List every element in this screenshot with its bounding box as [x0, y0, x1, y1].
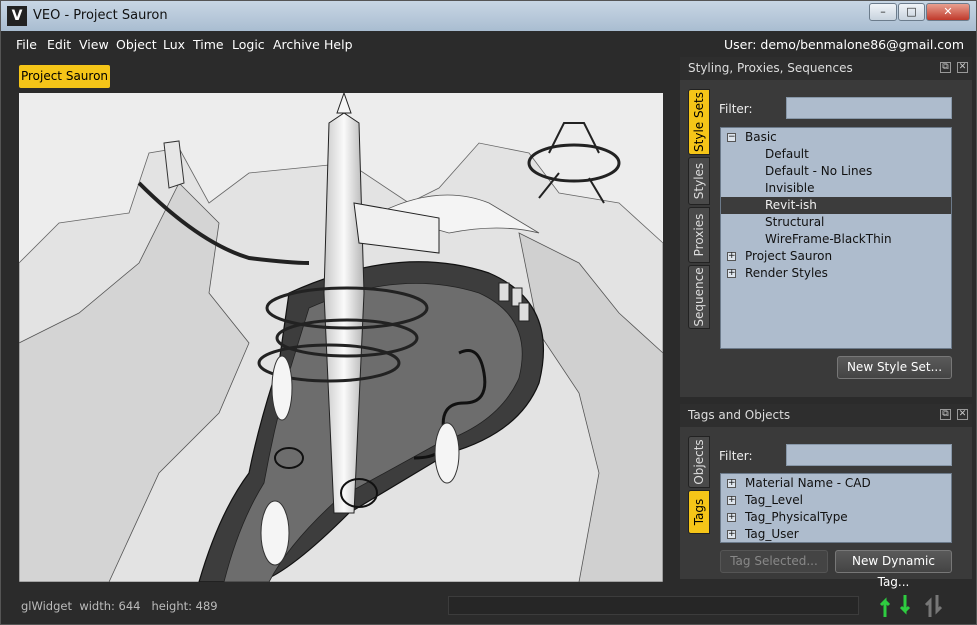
tags-panel: Tags and Objects ⧉ ✕ Objects Tags Filter…	[680, 404, 972, 589]
tab-proxies[interactable]: Proxies	[688, 207, 710, 263]
app-window: V VEO - Project Sauron – □ ✕ File Edit V…	[0, 0, 977, 625]
tree-item-tag-physicaltype[interactable]: + Tag_PhysicalType	[721, 509, 951, 526]
tab-styles[interactable]: Styles	[688, 157, 710, 205]
3d-viewport[interactable]	[19, 93, 663, 582]
expand-icon[interactable]: +	[727, 269, 736, 278]
expand-icon[interactable]: +	[727, 513, 736, 522]
tree-item-default-no-lines[interactable]: Default - No Lines	[721, 163, 951, 180]
expand-icon[interactable]: +	[727, 479, 736, 488]
tags-filter-label: Filter:	[719, 449, 753, 463]
tree-item-basic[interactable]: − Basic	[721, 129, 951, 146]
menu-logic[interactable]: Logic	[232, 37, 265, 52]
tab-sequence[interactable]: Sequence	[688, 265, 710, 329]
tags-tree: + Material Name - CAD + Tag_Level + Tag_Phy…	[720, 473, 952, 543]
styling-panel: Styling, Proxies, Sequences ⧉ ✕ Style Se…	[680, 57, 972, 397]
tree-item-tag-user[interactable]: + Tag_User	[721, 526, 951, 542]
close-icon[interactable]: ✕	[957, 409, 968, 420]
title-bar[interactable]: V VEO - Project Sauron – □ ✕	[1, 1, 976, 31]
collapse-icon[interactable]: −	[727, 133, 736, 142]
tag-selected-button[interactable]: Tag Selected...	[720, 550, 828, 573]
tree-item-wireframe[interactable]: WireFrame-BlackThin	[721, 231, 951, 248]
window-title: VEO - Project Sauron	[33, 8, 168, 23]
styling-panel-title: Styling, Proxies, Sequences	[680, 57, 972, 80]
tab-style-sets[interactable]: Style Sets	[688, 89, 710, 155]
tree-item-project-sauron[interactable]: + Project Sauron	[721, 248, 951, 265]
filter-input[interactable]	[786, 97, 952, 119]
sync-arrows[interactable]	[877, 593, 947, 619]
tree-item-revit-ish[interactable]: Revit-ish	[721, 197, 951, 214]
float-icon[interactable]: ⧉	[940, 62, 951, 73]
user-label: User: demo/benmalone86@gmail.com	[723, 37, 964, 52]
viewport-tab[interactable]: Project Sauron	[19, 65, 110, 88]
tree-item-tag-level[interactable]: + Tag_Level	[721, 492, 951, 509]
menu-view[interactable]: View	[79, 37, 109, 52]
tab-tags[interactable]: Tags	[688, 490, 710, 534]
app-logo-icon: V	[7, 6, 27, 26]
menu-archive[interactable]: Archive	[273, 37, 320, 52]
menu-time[interactable]: Time	[193, 37, 224, 52]
new-style-set-button[interactable]: New Style Set...	[837, 356, 952, 379]
expand-icon[interactable]: +	[727, 496, 736, 505]
tree-item-structural[interactable]: Structural	[721, 214, 951, 231]
close-icon[interactable]: ✕	[957, 62, 968, 73]
progress-bar	[448, 596, 859, 615]
tree-item-invisible[interactable]: Invisible	[721, 180, 951, 197]
menu-edit[interactable]: Edit	[47, 37, 71, 52]
scene-render	[19, 93, 663, 582]
styling-tabs: Style Sets Styles Proxies Sequence	[688, 89, 710, 329]
close-button[interactable]: ✕	[926, 3, 970, 21]
tab-objects[interactable]: Objects	[688, 436, 710, 488]
new-dynamic-tag-button[interactable]: New Dynamic Tag...	[835, 550, 952, 589]
expand-icon[interactable]: +	[727, 530, 736, 539]
menu-bar: File Edit View Object Lux Time Logic Arc…	[1, 32, 976, 57]
up-down-arrows-icon	[879, 595, 943, 617]
float-icon[interactable]: ⧉	[940, 409, 951, 420]
expand-icon[interactable]: +	[727, 252, 736, 261]
status-width: width: 644	[79, 599, 141, 613]
menu-object[interactable]: Object	[116, 37, 157, 52]
tree-item-render-styles[interactable]: + Render Styles	[721, 265, 951, 282]
tags-panel-title: Tags and Objects	[680, 404, 972, 427]
status-bar: glWidget width: 644 height: 489	[21, 599, 218, 613]
minimize-button[interactable]: –	[869, 3, 897, 21]
status-height: height: 489	[151, 599, 218, 613]
tree-item-default[interactable]: Default	[721, 146, 951, 163]
style-set-tree: − Basic Default Default - No Lines Invisi…	[720, 127, 952, 349]
menu-file[interactable]: File	[16, 37, 37, 52]
menu-lux[interactable]: Lux	[163, 37, 185, 52]
filter-label: Filter:	[719, 102, 753, 116]
maximize-button[interactable]: □	[898, 3, 925, 21]
tags-tabs: Objects Tags	[688, 436, 710, 536]
tags-filter-input[interactable]	[786, 444, 952, 466]
menu-help[interactable]: Help	[324, 37, 353, 52]
status-widget: glWidget	[21, 599, 72, 613]
tree-item-material-name[interactable]: + Material Name - CAD	[721, 475, 951, 492]
